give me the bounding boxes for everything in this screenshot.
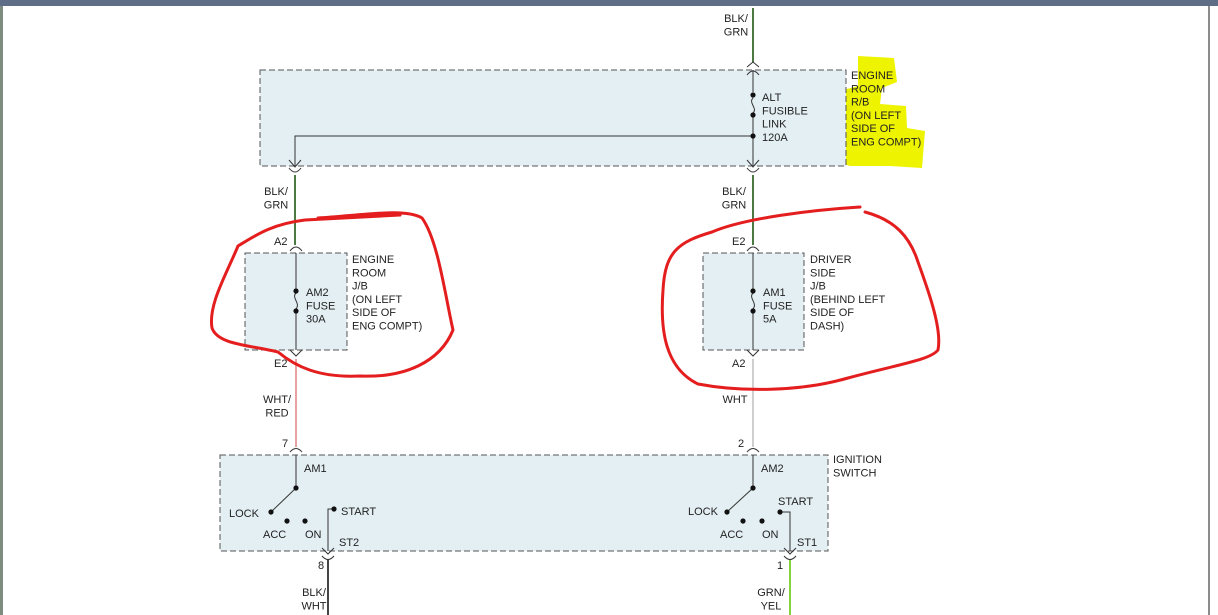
left-start-label: START [341,506,376,518]
ignition-left-pin-out: 8 [318,560,324,572]
right-on-label: ON [762,529,779,541]
engine-room-rb-label: ENGINE ROOM R/B (ON LEFT SIDE OF ENG COMPT) [851,70,921,149]
wire-label-left-lower: WHT/RED [263,394,292,419]
st1-output-label: ST1 [797,537,817,549]
engine-room-jb-pin-in: A2 [274,236,287,248]
engine-room-rb-box [259,69,847,167]
right-start-label: START [778,496,813,508]
am1-input-label: AM1 [304,463,327,475]
driver-side-jb-label: DRIVER SIDE J/B (BEHIND LEFT SIDE OF DASH) [810,254,885,333]
right-lock-label: LOCK [688,506,719,518]
ignition-switch-label: IGNITION SWITCH [833,454,882,479]
left-acc-label: ACC [263,529,286,541]
wire-label-left-upper: BLK/GRN [264,186,289,211]
driver-side-jb-pin-in: E2 [732,236,745,248]
ignition-right-pin-in: 2 [738,438,744,450]
right-acc-label: ACC [720,529,743,541]
wire-label-right-upper: BLK/GRN [722,186,747,211]
left-lock-label: LOCK [229,508,260,520]
driver-side-jb-pin-out: A2 [732,358,745,370]
left-on-label: ON [305,529,322,541]
wire-label-bottom-left: BLK/WHT [301,587,326,612]
wire-label-bottom-right: GRN/YEL [757,587,785,612]
ignition-right-pin-out: 1 [777,560,783,572]
st2-output-label: ST2 [339,537,359,549]
am2-input-label: AM2 [761,463,784,475]
wiring-diagram: BLK/GRN ENGINE ROOM R/B (ON LEFT SIDE OF ENG … [209,8,941,615]
wire-label-top: BLK/GRN [724,13,749,38]
wire-label-right-lower: WHT [722,394,747,406]
engine-room-jb-pin-out: E2 [274,358,287,370]
ignition-left-pin-in: 7 [282,438,288,450]
engine-room-jb-label: ENGINE ROOM J/B (ON LEFT SIDE OF ENG COMPT) [352,254,422,333]
